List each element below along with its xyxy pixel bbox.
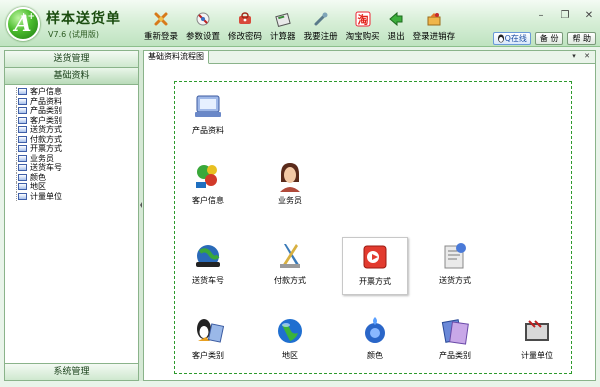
calculator-button[interactable]: 计算器 [266, 11, 300, 45]
tab-bar: 基础资料流程图 ▾ ✕ [144, 51, 595, 64]
sidebar-section-delivery[interactable]: 送货管理 [5, 51, 138, 68]
qq-online-button[interactable]: Q在线 [492, 32, 531, 45]
tree-item-color[interactable]: 颜色 [13, 172, 138, 183]
tab-close-button[interactable]: ✕ [582, 52, 592, 62]
form-icon [18, 192, 27, 200]
relogin-button[interactable]: 重新登录 [140, 11, 182, 45]
tree-item-customer-info[interactable]: 客户信息 [13, 87, 138, 97]
flow-item-color[interactable]: 颜色 [342, 315, 408, 367]
invoice-method-icon [363, 245, 387, 269]
product-info-icon [195, 95, 221, 117]
exit-button[interactable]: 退出 [384, 11, 409, 45]
login-erp-icon [427, 13, 441, 26]
app-title: 样本送货单 [46, 11, 121, 27]
tree-item-salesperson[interactable]: 业务员 [13, 153, 138, 164]
flow-item-delivery-car[interactable]: 送货车号 [175, 240, 241, 292]
flow-item-invoice-method[interactable]: 开票方式 [342, 237, 408, 295]
main-toolbar: 重新登录 参数设置 修改密码 计算器 我要注册 淘 淘宝购买 退出 登录进销存 [140, 11, 459, 45]
help-button[interactable]: 帮 助 [567, 32, 596, 45]
form-icon [18, 154, 27, 162]
tree-item-measure-unit[interactable]: 计量单位 [13, 191, 138, 202]
flow-item-salesperson[interactable]: 业务员 [257, 160, 323, 212]
flow-item-customer-category[interactable]: 客户类别 [175, 315, 241, 367]
qq-penguin-icon [497, 34, 504, 43]
form-icon [18, 135, 27, 143]
form-icon [18, 97, 27, 105]
form-icon [18, 145, 27, 153]
tree-item-region[interactable]: 地区 [13, 182, 138, 192]
flow-item-measure-unit[interactable]: 计量单位 [504, 315, 570, 367]
tab-dropdown-button[interactable]: ▾ [569, 52, 579, 62]
flow-item-product-category[interactable]: 产品类别 [422, 315, 488, 367]
measure-unit-icon [525, 320, 549, 341]
flow-item-customer-info[interactable]: 客户信息 [175, 160, 241, 212]
main-panel: 基础资料流程图 ▾ ✕ 产品资料 客户信息 业务员 送货车号 付款方式 开票方式… [143, 50, 596, 381]
flow-item-region[interactable]: 地区 [257, 315, 323, 367]
tree-item-product-info[interactable]: 产品资料 [13, 96, 138, 107]
tree-item-customer-category[interactable]: 客户类别 [13, 115, 138, 126]
tree-item-payment-method[interactable]: 付款方式 [13, 134, 138, 145]
top-right-buttons: Q在线 备 份 帮 助 [492, 32, 596, 45]
customer-category-icon [197, 319, 224, 343]
color-icon [365, 317, 385, 343]
salesperson-icon [280, 163, 300, 192]
delivery-method-icon [444, 243, 466, 269]
settings-icon [196, 12, 210, 26]
sidebar-section-basic-data[interactable]: 基础资料 [5, 68, 138, 85]
form-icon [18, 126, 27, 134]
tree-item-delivery-method[interactable]: 送货方式 [13, 125, 138, 135]
sidebar: 送货管理 基础资料 客户信息 产品资料 产品类别 客户类别 送货方式 付款方式 … [4, 50, 139, 381]
form-icon [18, 107, 27, 115]
close-button[interactable]: ✕ [582, 10, 596, 21]
register-icon [314, 12, 328, 26]
flow-item-payment-method[interactable]: 付款方式 [257, 240, 323, 292]
form-icon [18, 183, 27, 191]
svg-text:淘: 淘 [357, 13, 368, 27]
sidebar-section-system[interactable]: 系统管理 [5, 363, 138, 380]
product-category-icon [441, 319, 469, 345]
settings-button[interactable]: 参数设置 [182, 11, 224, 45]
form-icon [18, 88, 27, 96]
tab-basic-data-flow[interactable]: 基础资料流程图 [144, 51, 209, 64]
flow-item-delivery-method[interactable]: 送货方式 [422, 240, 488, 292]
window-controls: – ❐ ✕ [534, 10, 596, 21]
tree-item-delivery-car[interactable]: 送货车号 [13, 163, 138, 173]
minimize-button[interactable]: – [534, 10, 548, 21]
calculator-icon [275, 13, 291, 27]
restore-button[interactable]: ❐ [558, 10, 572, 21]
payment-method-icon [280, 244, 300, 268]
form-icon [18, 164, 27, 172]
register-button[interactable]: 我要注册 [300, 11, 342, 45]
flow-item-product-info[interactable]: 产品资料 [175, 90, 241, 142]
taobao-icon: 淘 [355, 11, 371, 27]
basic-data-tree: 客户信息 产品资料 产品类别 客户类别 送货方式 付款方式 开票方式 业务员 送… [5, 85, 138, 201]
delivery-car-icon [196, 245, 220, 267]
taobao-buy-button[interactable]: 淘 淘宝购买 [342, 11, 384, 45]
login-erp-button[interactable]: 登录进销存 [409, 11, 460, 45]
app-logo: A ++ [6, 7, 40, 41]
region-globe-icon [278, 319, 302, 343]
form-icon [18, 173, 27, 181]
tree-item-product-category[interactable]: 产品类别 [13, 106, 138, 116]
change-password-button[interactable]: 修改密码 [224, 11, 266, 45]
title-bar: A ++ 样本送货单 V7.6 (试用版) 重新登录 参数设置 修改密码 计算器 … [0, 0, 600, 47]
tree-item-invoice-method[interactable]: 开票方式 [13, 144, 138, 154]
customer-info-icon [196, 165, 217, 188]
relogin-icon [154, 12, 168, 26]
password-icon [239, 12, 252, 24]
backup-button[interactable]: 备 份 [534, 32, 564, 45]
form-icon [18, 116, 27, 124]
app-version: V7.6 (试用版) [48, 30, 99, 39]
exit-icon [389, 11, 403, 27]
